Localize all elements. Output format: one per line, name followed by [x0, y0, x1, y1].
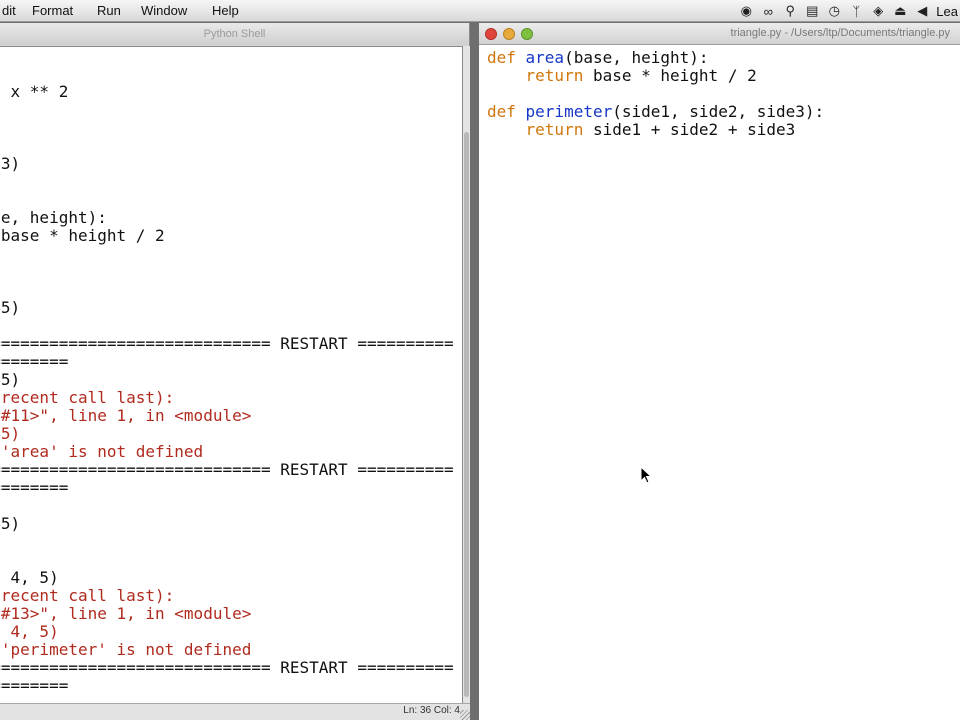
shell-title: Python Shell	[0, 23, 469, 45]
code-token: (side1, side2, side3):	[612, 102, 825, 121]
shell-line: ll#13>", line 1, in <module>	[0, 604, 252, 623]
glasses-icon[interactable]: ∞	[760, 4, 776, 19]
code-token: base * height / 2	[583, 66, 757, 85]
shell-line: x ** 2	[10, 82, 69, 101]
python-shell-window: Python Shell x ** 2 (3) base, height): ba…	[0, 23, 470, 720]
shell-line: 3, 4, 5)	[0, 622, 59, 641]
code-token: perimeter	[525, 102, 613, 121]
code-token: def	[487, 102, 526, 121]
shell-line: ==========	[0, 352, 69, 371]
code-line: def area(base, height):	[487, 49, 709, 67]
monitor-icon[interactable]: ▤	[804, 3, 820, 19]
shell-line: .45)	[0, 298, 21, 317]
menu-bar: dit Format Run Window Help ◉ ∞ ⚲ ▤ ◷ ᛉ ◈…	[0, 0, 960, 22]
resize-grip-icon[interactable]	[460, 710, 470, 720]
shell-line: 3, 4, 5)	[0, 568, 59, 587]
shell-line: ==========	[0, 676, 69, 695]
menu-edit[interactable]: dit	[2, 3, 16, 18]
shell-line: (3)	[0, 154, 21, 173]
shell-line: t recent call last):	[0, 586, 175, 605]
shell-output[interactable]: x ** 2 (3) base, height): base * height /…	[0, 46, 463, 711]
shell-line: e 'area' is not defined	[0, 442, 204, 461]
wifi-icon[interactable]: ◈	[870, 3, 886, 19]
shell-line: e 'perimeter' is not defined	[0, 640, 252, 659]
shell-line: ll#11>", line 1, in <module>	[0, 406, 252, 425]
line-column-indicator: Ln: 36 Col: 4	[403, 705, 460, 716]
menu-format[interactable]: Format	[32, 3, 73, 18]
shell-line: base, height):	[0, 208, 107, 227]
minimize-window-button[interactable]	[503, 28, 515, 40]
shell-scroll-thumb[interactable]	[464, 132, 469, 697]
shell-line: .45)	[0, 424, 21, 443]
volume-icon[interactable]: ◀	[914, 3, 930, 19]
eject-icon[interactable]: ⏏	[892, 3, 908, 19]
shell-scrollbar[interactable]	[463, 46, 470, 711]
code-token: (base, height):	[564, 48, 709, 67]
code-token: return	[525, 120, 584, 139]
status-icons: ◉ ∞ ⚲ ▤ ◷ ᛉ ◈ ⏏ ◀ Lea	[738, 2, 960, 20]
code-token: return	[525, 66, 584, 85]
close-window-button[interactable]	[485, 28, 497, 40]
code-token: side1 + side2 + side3	[583, 120, 796, 139]
camera-icon[interactable]: ◉	[738, 3, 754, 19]
shell-line: =============================== RESTART …	[0, 334, 454, 353]
shell-line: =============================== RESTART …	[0, 658, 454, 677]
code-token: area	[525, 48, 565, 67]
code-token: def	[487, 48, 526, 67]
clock-icon[interactable]: ◷	[826, 3, 842, 19]
menu-window[interactable]: Window	[141, 3, 187, 18]
editor-title: triangle.py - /Users/ltp/Documents/trian…	[730, 27, 950, 39]
shell-line: t recent call last):	[0, 388, 175, 407]
editor-window: triangle.py - /Users/ltp/Documents/trian…	[479, 23, 960, 720]
code-line: return side1 + side2 + side3	[487, 120, 796, 139]
shell-statusbar: Ln: 36 Col: 4	[0, 703, 470, 720]
code-line: def perimeter(side1, side2, side3):	[487, 103, 824, 121]
menu-help[interactable]: Help	[212, 3, 239, 18]
shell-line: =============================== RESTART …	[0, 460, 454, 479]
code-line: return base * height / 2	[487, 67, 757, 85]
shell-line: ==========	[0, 478, 69, 497]
shell-line: .45)	[0, 514, 21, 533]
menu-run[interactable]: Run	[97, 3, 121, 18]
mouse-cursor-icon	[640, 466, 652, 484]
zoom-window-button[interactable]	[521, 28, 533, 40]
editor-titlebar: triangle.py - /Users/ltp/Documents/trian…	[479, 23, 960, 45]
shell-line: base * height / 2	[0, 226, 165, 245]
shell-line: .45)	[0, 370, 21, 389]
user-name[interactable]: Lea	[936, 4, 958, 19]
search-icon[interactable]: ⚲	[782, 3, 798, 19]
bluetooth-icon[interactable]: ᛉ	[848, 4, 864, 19]
